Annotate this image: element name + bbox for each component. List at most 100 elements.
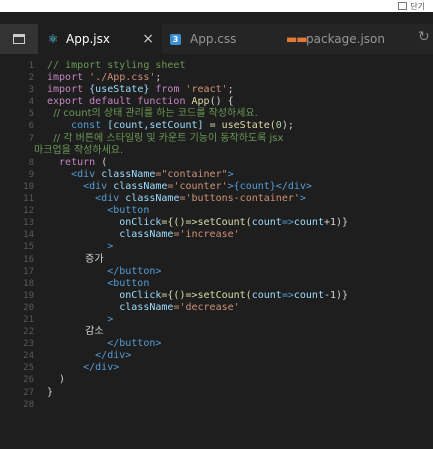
keyword: return: [47, 156, 102, 168]
jsx-tag: >: [47, 313, 114, 325]
comment: // 각 버튼에 스타일링 및 카운트 기능이 동작하도록 jsx: [47, 132, 284, 144]
code-line: 마크업을 작성하세요.: [0, 145, 433, 157]
explorer-button[interactable]: [0, 24, 38, 54]
line-number: 20: [23, 302, 34, 313]
operator: =>: [281, 217, 294, 229]
jsx-tag: >: [227, 168, 234, 180]
code-line: 21 >: [0, 314, 433, 326]
code-line: 11 <div className='buttons-container'>: [0, 193, 433, 205]
line-number: 17: [23, 266, 34, 277]
jsx-attribute: onClick: [47, 217, 162, 229]
line-number: 13: [23, 218, 34, 229]
jsx-tag: </div>: [47, 350, 132, 362]
code-line: 22 감소: [0, 326, 433, 338]
jsx-tag: </div>: [47, 362, 120, 374]
function-name: App: [191, 96, 210, 108]
code-line: 13 onClick={()=>setCount(count=>count+1)…: [0, 217, 433, 229]
line-number: 18: [23, 278, 34, 289]
code-line: 12 <button: [0, 205, 433, 217]
keyword: from: [149, 84, 186, 96]
code-line: 18 <button: [0, 278, 433, 290]
line-number: 6: [28, 121, 34, 132]
line-number: 27: [23, 387, 34, 398]
line-number: 4: [28, 97, 34, 108]
code-line: 9 <div className="container">: [0, 169, 433, 181]
jsx-tag: <div: [47, 180, 114, 192]
jsx-tag: >: [47, 241, 114, 253]
code-line: 7 // 각 버튼에 스타일링 및 카운트 기능이 동작하도록 jsx: [0, 133, 433, 145]
punct: );: [281, 120, 294, 132]
close-icon[interactable]: ×: [142, 31, 154, 47]
punct: ;: [155, 72, 162, 84]
function-call: ={()=>setCount(: [161, 289, 252, 301]
code-line: 1 // import styling sheet: [0, 60, 433, 72]
line-number: 7: [28, 133, 34, 144]
jsx-tag: <button: [47, 205, 150, 217]
code-line: 26 ): [0, 374, 433, 386]
code-line: 17 </button>: [0, 266, 433, 278]
react-icon: ⚛: [47, 32, 59, 46]
code-line: 2 import './App.css';: [0, 72, 433, 84]
jsx-text: 감소: [47, 326, 104, 338]
code-line: 16 증가: [0, 254, 433, 266]
line-number: 22: [23, 327, 34, 338]
identifier: {useState}: [89, 84, 150, 96]
css-icon: 3: [170, 33, 184, 45]
line-number: 23: [23, 339, 34, 350]
jsx-tag: <div: [47, 193, 126, 205]
keyword: const: [47, 120, 108, 132]
jsx-attribute: className: [113, 180, 168, 192]
jsx-attribute: className: [47, 229, 174, 241]
code-line: 6 const [count,setCount] = useState(0);: [0, 120, 433, 132]
string: 'react': [185, 84, 228, 96]
punct: ;: [227, 84, 234, 96]
code-line: 5 // count의 상태 관리를 하는 코드를 작성하세요.: [0, 108, 433, 120]
code-line: 25 </div>: [0, 362, 433, 374]
code-editor[interactable]: 1 // import styling sheet 2 import './App.…: [0, 60, 433, 449]
string: ='decrease': [173, 301, 240, 313]
jsx-tag: </button>: [47, 338, 162, 350]
identifier: count: [251, 289, 282, 301]
line-number: 1: [28, 61, 34, 71]
code-line: 28: [0, 399, 433, 411]
line-number: 21: [23, 314, 34, 325]
string: ='increase': [173, 229, 240, 241]
operator: =>: [281, 289, 294, 301]
code-line: 15 >: [0, 241, 433, 253]
line-number: 25: [23, 363, 34, 374]
identifier: count: [293, 289, 324, 301]
line-number: 10: [23, 181, 34, 192]
json-icon: ▬▬: [286, 32, 308, 46]
line-number: 19: [23, 290, 34, 301]
identifier: count: [251, 217, 282, 229]
string: './App.css': [89, 72, 156, 84]
string: ='counter': [167, 180, 228, 192]
tab-package-json[interactable]: ▬▬ package.json: [280, 24, 410, 54]
jsx-tag: >: [299, 193, 306, 205]
jsx-text: 증가: [47, 253, 104, 265]
keyword: import: [47, 84, 90, 96]
code-line: 20 className='decrease': [0, 302, 433, 314]
tab-app-jsx[interactable]: ⚛ App.jsx ×: [38, 24, 162, 54]
window-top-strip: 단기: [0, 0, 433, 12]
line-number: 14: [23, 230, 34, 241]
refresh-icon[interactable]: ↻: [418, 29, 430, 45]
jsx-tag: </button>: [47, 265, 162, 277]
code-line: 3 import {useState} from 'react';: [0, 84, 433, 96]
tab-app-css[interactable]: 3 App.css: [162, 24, 280, 54]
identifier: [count,setCount]: [107, 120, 204, 132]
code-line: 14 className='increase': [0, 229, 433, 241]
ime-indicator[interactable]: 단기: [398, 0, 425, 12]
punct: ): [47, 374, 66, 386]
line-number: 2: [28, 73, 34, 84]
line-number: 12: [23, 206, 34, 217]
ime-label: 단기: [410, 1, 425, 11]
line-number: 11: [23, 194, 34, 205]
line-number: 15: [23, 242, 34, 253]
identifier: count: [293, 217, 324, 229]
jsx-attribute: onClick: [47, 289, 162, 301]
comment: // count의 상태 관리를 하는 코드를 작성하세요.: [47, 108, 258, 120]
keyword: export default function: [47, 96, 192, 108]
line-number: 28: [23, 399, 34, 410]
jsx-tag: >{count}</div>: [227, 180, 312, 192]
